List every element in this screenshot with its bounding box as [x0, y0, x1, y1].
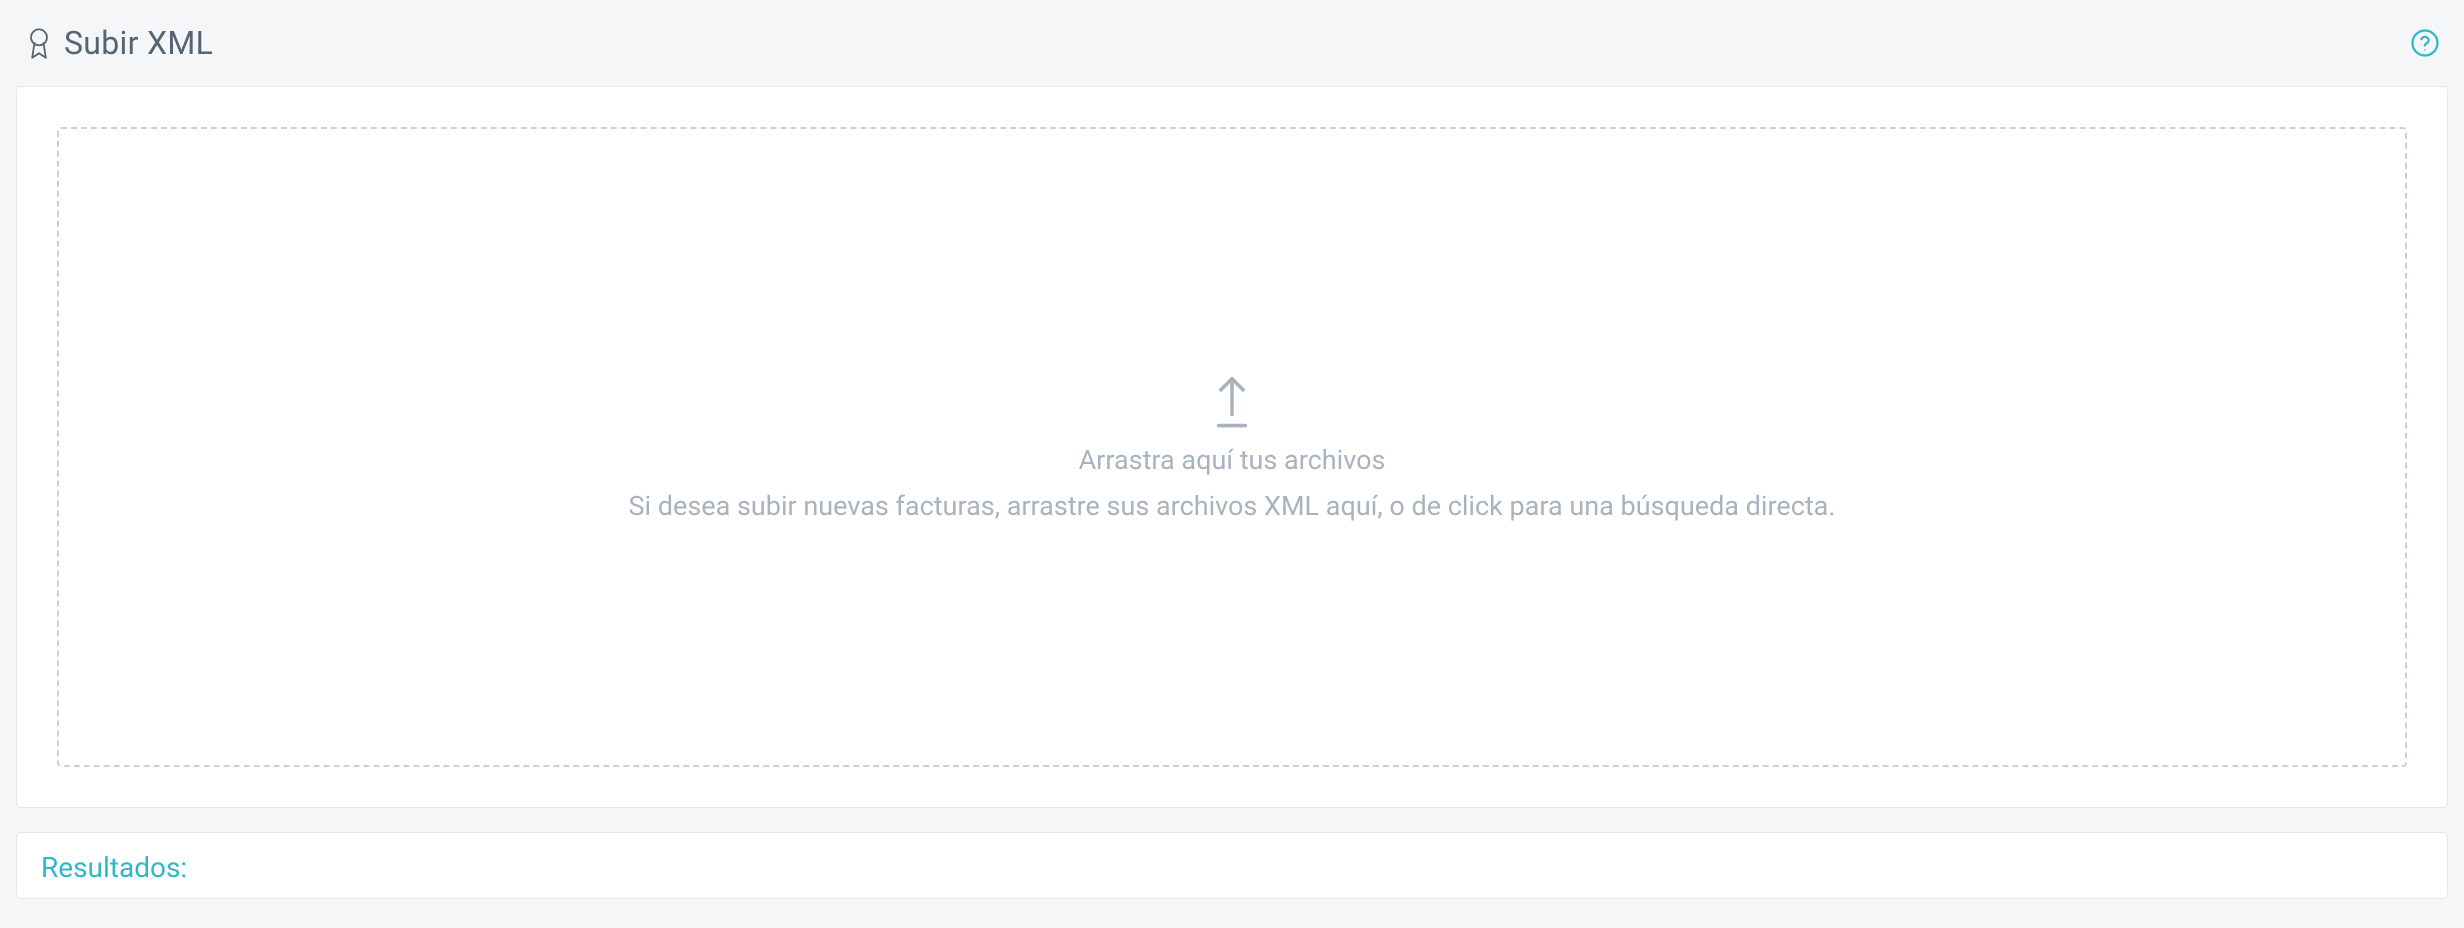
- results-card: Resultados:: [16, 832, 2448, 899]
- page-title-group: Subir XML: [24, 24, 213, 62]
- help-icon[interactable]: [2410, 28, 2440, 58]
- upload-card: Arrastra aquí tus archivos Si desea subi…: [16, 86, 2448, 808]
- award-ribbon-icon: [24, 26, 54, 60]
- dropzone-subtext: Si desea subir nuevas facturas, arrastre…: [629, 490, 1836, 522]
- page-header: Subir XML: [16, 16, 2448, 86]
- page-root: Subir XML Arrastra aquí tus archivos Si …: [0, 0, 2464, 915]
- results-title: Resultados:: [41, 851, 2423, 884]
- upload-icon: [1209, 372, 1255, 430]
- file-dropzone[interactable]: Arrastra aquí tus archivos Si desea subi…: [57, 127, 2407, 767]
- dropzone-heading: Arrastra aquí tus archivos: [1079, 444, 1386, 476]
- page-title: Subir XML: [64, 24, 213, 62]
